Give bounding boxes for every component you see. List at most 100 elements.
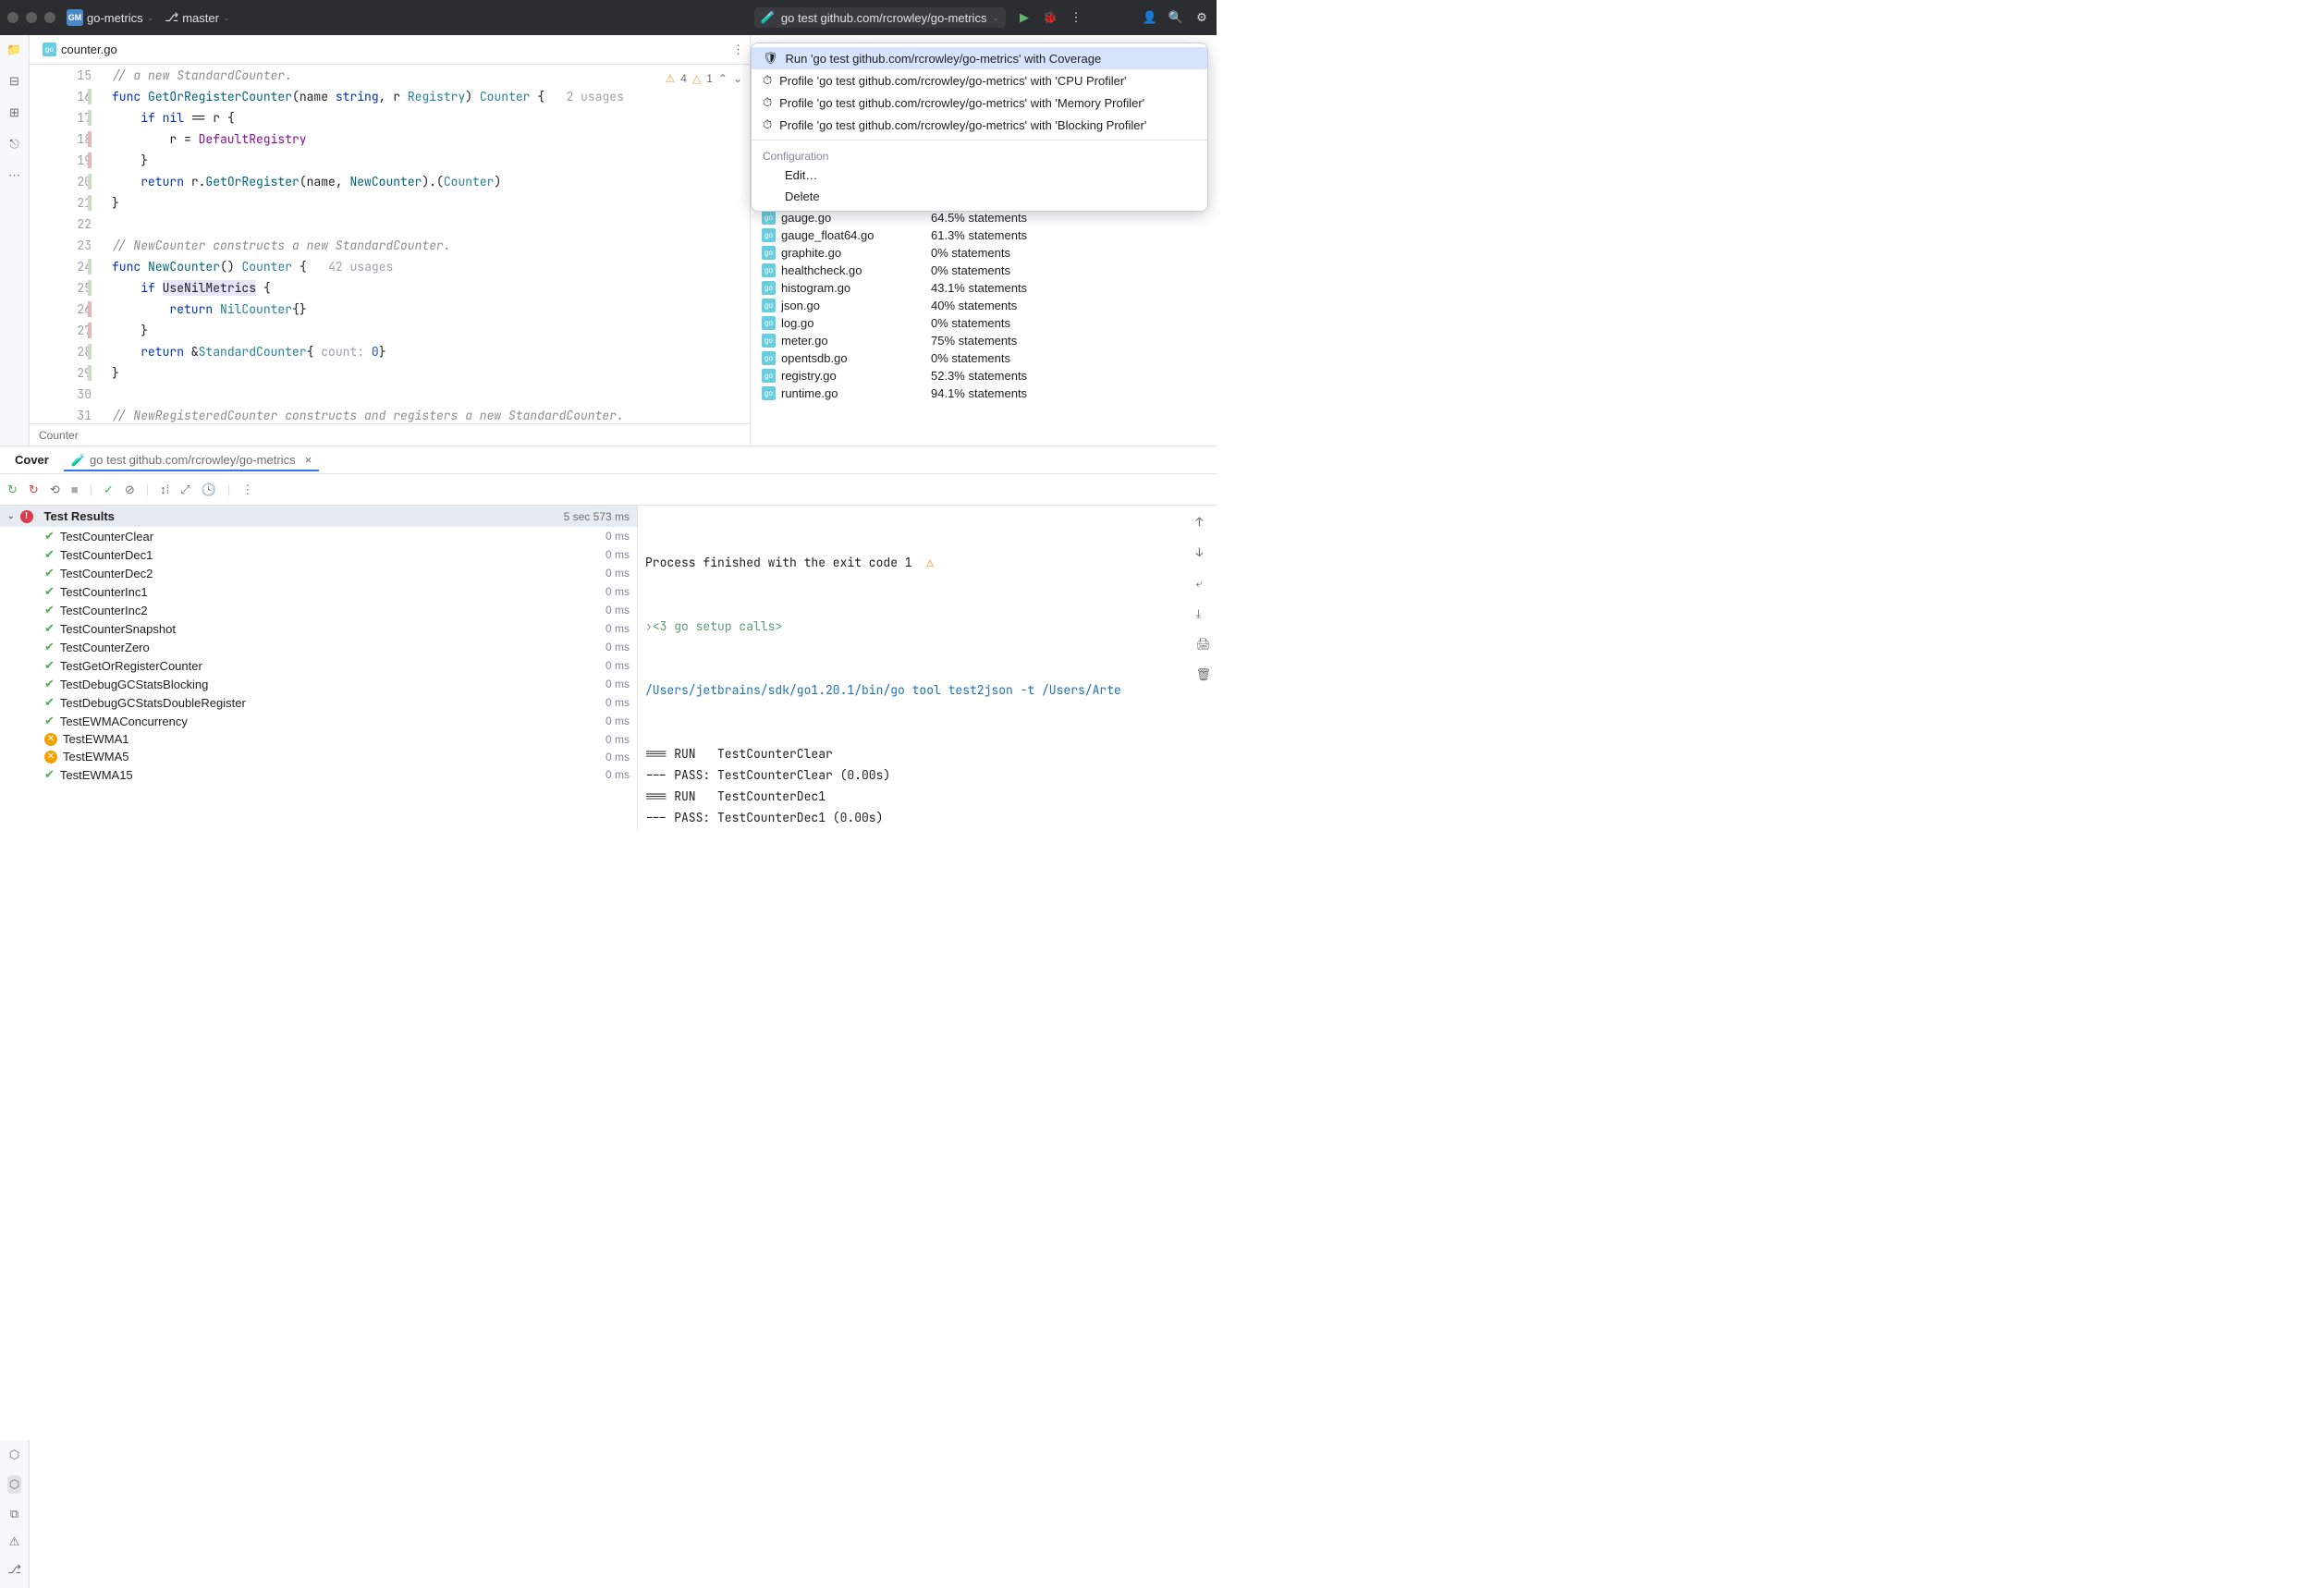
show-passed-icon[interactable]: ✓ bbox=[104, 483, 114, 497]
problems-icon[interactable]: ⚠ bbox=[9, 1534, 20, 1549]
collapse-icon[interactable]: ⌄ bbox=[7, 511, 15, 521]
coverage-row[interactable]: gohealthcheck.go0% statements bbox=[751, 262, 1217, 279]
test-row[interactable]: ✕TestEWMA50 ms bbox=[0, 748, 637, 765]
run-tool-icon[interactable]: ⬡ bbox=[7, 1475, 21, 1494]
tab-test-run[interactable]: 🧪 go test github.com/rcrowley/go-metrics… bbox=[64, 449, 319, 471]
coverage-row[interactable]: gojson.go40% statements bbox=[751, 297, 1217, 314]
debug-button[interactable]: 🐞 bbox=[1043, 10, 1058, 25]
test-row[interactable]: ✔TestCounterDec10 ms bbox=[0, 545, 637, 564]
left-toolbar: 📁 ⊟ ⊞ ⎋ ⋯ bbox=[0, 35, 30, 446]
gutter[interactable]: 1516171819202122232425262728293031 bbox=[30, 65, 108, 423]
test-row[interactable]: ✕TestEWMA10 ms bbox=[0, 730, 637, 748]
test-row[interactable]: ✔TestCounterInc20 ms bbox=[0, 601, 637, 619]
maximize-window-icon[interactable] bbox=[44, 12, 55, 23]
popup-profile-blocking[interactable]: ⏱ Profile 'go test github.com/rcrowley/g… bbox=[752, 114, 1207, 136]
test-row[interactable]: ✔TestCounterInc10 ms bbox=[0, 582, 637, 601]
test-row[interactable]: ✔TestEWMA150 ms bbox=[0, 765, 637, 784]
test-results-header[interactable]: ⌄ ! Test Results 5 sec 573 ms bbox=[0, 506, 637, 527]
inspection-widget[interactable]: ⚠4 △1 ⌃ ⌄ bbox=[666, 72, 743, 85]
rerun-failed-icon[interactable]: ↻ bbox=[29, 483, 39, 497]
code-editor[interactable]: 1516171819202122232425262728293031 // a … bbox=[30, 65, 750, 423]
toggle-auto-test-icon[interactable]: ⟲ bbox=[50, 483, 60, 497]
go-file-icon: go bbox=[762, 246, 776, 260]
test-row[interactable]: ✔TestCounterSnapshot0 ms bbox=[0, 619, 637, 638]
project-selector[interactable]: GM go-metrics ⌄ bbox=[67, 9, 153, 26]
print-icon[interactable]: 🖨 bbox=[1195, 633, 1211, 654]
coverage-row[interactable]: gographite.go0% statements bbox=[751, 244, 1217, 262]
sort-icon[interactable]: ↕⁞ bbox=[160, 483, 169, 496]
branch-name: master bbox=[182, 11, 219, 25]
test-row[interactable]: ✔TestDebugGCStatsBlocking0 ms bbox=[0, 675, 637, 693]
coverage-row[interactable]: gohistogram.go43.1% statements bbox=[751, 279, 1217, 297]
project-tool-icon[interactable]: 📁 bbox=[6, 43, 21, 57]
test-row[interactable]: ✔TestDebugGCStatsDoubleRegister0 ms bbox=[0, 693, 637, 712]
console-path[interactable]: /Users/jetbrains/sdk/go1.20.1/bin/go too… bbox=[645, 679, 1209, 701]
coverage-filename: gauge_float64.go bbox=[781, 228, 874, 242]
soft-wrap-icon[interactable]: ⤶ bbox=[1195, 572, 1211, 593]
chevron-down-icon: ⌄ bbox=[992, 13, 999, 23]
run-button[interactable]: ▶ bbox=[1017, 10, 1032, 25]
main-area: 📁 ⊟ ⊞ ⎋ ⋯ go counter.go ⋮ ⚠4 △1 ⌃ ⌄ 1516… bbox=[0, 35, 1217, 446]
run-configuration[interactable]: 🧪 go test github.com/rcrowley/go-metrics… bbox=[754, 7, 1006, 28]
shield-run-icon: 🛡 bbox=[763, 51, 778, 66]
vcs-branch[interactable]: ⎇ master ⌄ bbox=[165, 10, 229, 25]
settings-icon[interactable]: ⚙ bbox=[1194, 10, 1209, 25]
chevron-down-icon: ⌄ bbox=[147, 13, 154, 23]
coverage-row[interactable]: goruntime.go94.1% statements bbox=[751, 385, 1217, 402]
popup-run-coverage[interactable]: 🛡 Run 'go test github.com/rcrowley/go-me… bbox=[752, 47, 1207, 69]
more-tools-icon[interactable]: ⋯ bbox=[8, 168, 20, 183]
coverage-row[interactable]: golog.go0% statements bbox=[751, 314, 1217, 332]
more-actions-button[interactable]: ⋮ bbox=[1069, 10, 1083, 25]
warning-count: 4 bbox=[680, 72, 687, 85]
coverage-row[interactable]: goregistry.go52.3% statements bbox=[751, 367, 1217, 385]
scroll-down-icon[interactable]: ↓ bbox=[1195, 542, 1211, 563]
console-output[interactable]: Process finished with the exit code 1 ⚠ … bbox=[638, 506, 1217, 829]
chevron-up-icon[interactable]: ⌃ bbox=[718, 72, 728, 85]
rerun-icon[interactable]: ↻ bbox=[7, 483, 18, 497]
scroll-up-icon[interactable]: ↑ bbox=[1195, 511, 1211, 532]
breadcrumb[interactable]: Counter bbox=[30, 423, 750, 446]
test-name: TestCounterZero bbox=[60, 641, 150, 654]
terminal-icon[interactable]: ⧉ bbox=[10, 1507, 18, 1521]
test-name: TestCounterSnapshot bbox=[60, 622, 176, 636]
test-row[interactable]: ✔TestCounterDec20 ms bbox=[0, 564, 637, 582]
show-ignored-icon[interactable]: ⊘ bbox=[125, 483, 135, 497]
services-icon[interactable]: ⬡ bbox=[9, 1448, 19, 1462]
expand-icon[interactable]: ⤢ bbox=[180, 483, 190, 497]
tab-actions-icon[interactable]: ⋮ bbox=[732, 43, 744, 57]
popup-profile-cpu[interactable]: ⏱ Profile 'go test github.com/rcrowley/g… bbox=[752, 69, 1207, 92]
vcs-tool-icon[interactable]: ⎋ bbox=[9, 137, 18, 152]
popup-edit[interactable]: Edit… bbox=[752, 165, 1207, 186]
git-icon[interactable]: ⎇ bbox=[7, 1562, 21, 1577]
structure-tool-icon[interactable]: ⊞ bbox=[9, 105, 19, 120]
console-fold[interactable]: <3 go setup calls> bbox=[653, 618, 782, 634]
editor-tab[interactable]: go counter.go bbox=[35, 39, 125, 60]
tab-cover[interactable]: Cover bbox=[7, 449, 56, 470]
more-icon[interactable]: ⋮ bbox=[241, 483, 253, 497]
code-with-me-icon[interactable]: 👤 bbox=[1143, 10, 1157, 25]
coverage-percent: 0% statements bbox=[931, 351, 1010, 365]
commit-tool-icon[interactable]: ⊟ bbox=[9, 74, 19, 89]
coverage-row[interactable]: goopentsdb.go0% statements bbox=[751, 349, 1217, 367]
close-window-icon[interactable] bbox=[7, 12, 18, 23]
test-time: 0 ms bbox=[605, 530, 630, 543]
test-row[interactable]: ✔TestCounterZero0 ms bbox=[0, 638, 637, 656]
scroll-to-end-icon[interactable]: ⤓ bbox=[1195, 603, 1211, 624]
stop-icon[interactable]: ■ bbox=[71, 483, 79, 496]
popup-delete[interactable]: Delete bbox=[752, 186, 1207, 207]
source-code[interactable]: // a new StandardCounter.func GetOrRegis… bbox=[108, 65, 750, 423]
results-label: Test Results bbox=[44, 509, 115, 523]
coverage-row[interactable]: gometer.go75% statements bbox=[751, 332, 1217, 349]
test-row[interactable]: ✔TestEWMAConcurrency0 ms bbox=[0, 712, 637, 730]
minimize-window-icon[interactable] bbox=[26, 12, 37, 23]
popup-profile-memory[interactable]: ⏱ Profile 'go test github.com/rcrowley/g… bbox=[752, 92, 1207, 114]
test-row[interactable]: ✔TestGetOrRegisterCounter0 ms bbox=[0, 656, 637, 675]
clear-icon[interactable]: 🗑 bbox=[1195, 664, 1211, 685]
chevron-down-icon[interactable]: ⌄ bbox=[733, 72, 742, 85]
coverage-row[interactable]: gogauge_float64.go61.3% statements bbox=[751, 226, 1217, 244]
results-time: 5 sec 573 ms bbox=[564, 510, 630, 523]
close-icon[interactable]: × bbox=[305, 453, 312, 467]
history-icon[interactable]: 🕓 bbox=[202, 483, 216, 497]
search-icon[interactable]: 🔍 bbox=[1168, 10, 1183, 25]
test-row[interactable]: ✔TestCounterClear0 ms bbox=[0, 527, 637, 545]
